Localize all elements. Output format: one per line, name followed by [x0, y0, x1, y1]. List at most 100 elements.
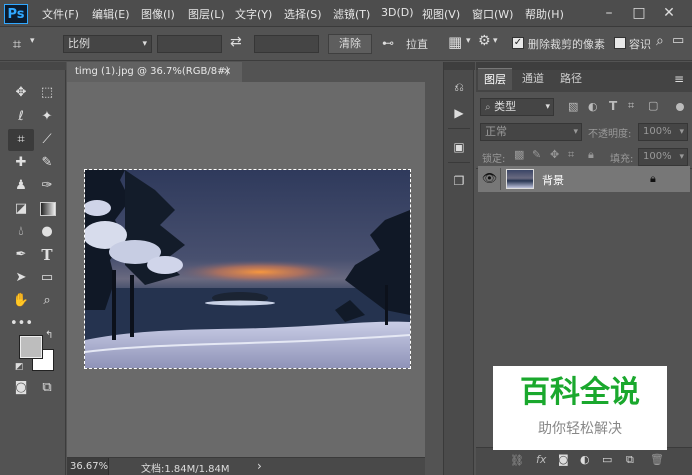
workspace-icon[interactable]: ▭	[672, 33, 684, 48]
minimize-button[interactable]: –	[596, 2, 622, 24]
chevron-down-icon[interactable]: ▾	[30, 36, 35, 46]
eyedropper-tool-icon[interactable]: ⟋	[36, 129, 58, 151]
fx-icon[interactable]: fx	[536, 453, 546, 466]
swap-colors-icon[interactable]: ↰	[45, 330, 53, 341]
gear-icon[interactable]: ⚙	[478, 33, 491, 49]
straighten-icon[interactable]: ⊷	[382, 36, 394, 50]
move-tool-icon[interactable]: ✥	[10, 82, 32, 104]
menu-layer[interactable]: 图层(L)	[188, 6, 225, 22]
lock-artboard-icon[interactable]: ⌗	[568, 148, 574, 162]
document-image[interactable]	[84, 169, 411, 369]
marquee-tool-icon[interactable]: ⬚	[36, 82, 58, 104]
screen-mode-icon[interactable]: ⧉	[36, 377, 58, 399]
opacity-input[interactable]: 100% ▾	[638, 123, 688, 141]
maximize-button[interactable]: □	[626, 2, 652, 24]
crop-tool-preset-icon[interactable]: ⌗	[6, 33, 28, 55]
delete-cropped-label[interactable]: 删除裁剪的像素	[528, 36, 605, 52]
blur-tool-icon[interactable]: 💧︎	[10, 221, 32, 243]
watermark-subtitle: 助你轻松解决	[538, 421, 622, 437]
default-colors-icon[interactable]: ◩	[15, 362, 24, 372]
path-selection-tool-icon[interactable]: ➤	[10, 267, 32, 289]
pen-tool-icon[interactable]: ✒	[10, 244, 32, 266]
filter-toggle-icon[interactable]	[676, 103, 684, 111]
close-tab-icon[interactable]: ×	[223, 62, 231, 82]
panel-menu-icon[interactable]: ≡	[674, 72, 684, 86]
width-input[interactable]	[157, 35, 222, 53]
tab-channels[interactable]: 通道	[516, 68, 550, 90]
chevron-down-icon[interactable]: ▾	[466, 36, 471, 46]
lock-transparent-icon[interactable]: ▩	[514, 148, 524, 161]
actions-play-icon[interactable]: ▶	[448, 102, 470, 124]
new-layer-icon[interactable]: ⧉	[626, 453, 634, 467]
eye-icon[interactable]: 👁︎	[482, 171, 497, 185]
new-group-icon[interactable]: ▭	[602, 453, 612, 466]
dodge-tool-icon[interactable]: ●	[36, 221, 58, 243]
history-brush-tool-icon[interactable]: ✑	[36, 175, 58, 197]
hand-tool-icon[interactable]: ✋	[10, 290, 32, 312]
menu-select[interactable]: 选择(S)	[284, 6, 322, 22]
menu-filter[interactable]: 滤镜(T)	[333, 6, 370, 22]
paragraph-panel-icon[interactable]: ❐	[448, 170, 470, 192]
link-layers-icon[interactable]: ⛓	[510, 454, 524, 467]
zoom-field[interactable]: 36.67%	[67, 458, 109, 475]
opacity-label: 不透明度:	[588, 129, 632, 140]
lock-position-icon[interactable]: ✥	[550, 148, 559, 161]
status-arrow-icon[interactable]: ›	[257, 459, 262, 473]
lock-pixels-brush-icon[interactable]: ✎	[532, 148, 541, 161]
blend-mode-select[interactable]: 正常 ▾	[480, 123, 582, 141]
clone-stamp-tool-icon[interactable]: ♟	[10, 175, 32, 197]
menu-view[interactable]: 视图(V)	[422, 6, 460, 22]
menu-file[interactable]: 文件(F)	[42, 6, 79, 22]
adjustment-layer-icon[interactable]: ◐	[580, 453, 590, 466]
menu-type[interactable]: 文字(Y)	[235, 6, 272, 22]
gradient-tool-icon[interactable]	[40, 202, 56, 216]
brush-tool-icon[interactable]: ✎	[36, 152, 58, 174]
tab-layers[interactable]: 图层	[478, 68, 512, 90]
filter-kind-select[interactable]: ⌕ 类型 ▾	[480, 98, 554, 116]
clear-button[interactable]: 清除	[328, 34, 372, 54]
chevron-down-icon[interactable]: ▾	[493, 36, 498, 46]
add-mask-icon[interactable]: ◙	[558, 453, 569, 466]
document-tab[interactable]: timg (1).jpg @ 36.7%(RGB/8#) ×	[67, 62, 242, 82]
healing-brush-tool-icon[interactable]: ✚	[10, 152, 32, 174]
fill-label: 填充:	[610, 154, 634, 165]
type-tool-icon[interactable]: T	[36, 244, 58, 266]
search-icon[interactable]: ⌕	[656, 33, 664, 49]
filter-smart-object-icon[interactable]: ▢	[648, 99, 658, 112]
filter-type-icon[interactable]: T	[609, 99, 617, 113]
lasso-tool-icon[interactable]: ℓ	[10, 106, 32, 128]
foreground-color-swatch[interactable]	[19, 335, 43, 359]
menu-window[interactable]: 窗口(W)	[472, 6, 513, 22]
rectangle-tool-icon[interactable]: ▭	[36, 267, 58, 289]
magic-wand-tool-icon[interactable]: ✦	[36, 106, 58, 128]
grid-overlay-icon[interactable]: ▦	[448, 33, 462, 51]
layer-row[interactable]: 👁︎ 背景 🔒︎	[478, 166, 690, 192]
content-aware-label[interactable]: 容识	[629, 36, 651, 52]
more-tools-icon[interactable]: •••	[10, 313, 33, 335]
quick-mask-icon[interactable]: ◙	[10, 377, 32, 399]
ratio-select[interactable]: 比例 ▾	[63, 35, 152, 53]
menu-3d[interactable]: 3D(D)	[381, 6, 414, 19]
menu-edit[interactable]: 编辑(E)	[92, 6, 130, 22]
crop-tool-icon[interactable]: ⌗	[8, 129, 34, 151]
trash-icon[interactable]: 🗑︎	[650, 453, 664, 466]
content-aware-checkbox[interactable]	[614, 37, 626, 49]
filter-shape-icon[interactable]: ⌗	[628, 99, 634, 113]
menu-help[interactable]: 帮助(H)	[525, 6, 564, 22]
layer-name[interactable]: 背景	[542, 172, 564, 188]
filter-pixel-icon[interactable]: ▧	[568, 100, 578, 113]
eraser-tool-icon[interactable]: ◪	[10, 198, 32, 220]
height-input[interactable]	[254, 35, 319, 53]
fill-input[interactable]: 100% ▾	[638, 148, 688, 166]
filter-adjustment-icon[interactable]: ◐	[588, 100, 598, 113]
delete-cropped-checkbox[interactable]: ✓	[512, 37, 524, 49]
lock-all-icon[interactable]: 🔒︎	[588, 148, 594, 162]
zoom-tool-icon[interactable]: ⌕	[36, 290, 58, 312]
menu-image[interactable]: 图像(I)	[141, 6, 175, 22]
history-panel-icon[interactable]: ⎌	[448, 76, 470, 98]
close-window-button[interactable]: ✕	[656, 2, 682, 24]
straighten-label[interactable]: 拉直	[406, 36, 428, 52]
swap-icon[interactable]: ⇄	[230, 34, 242, 50]
properties-panel-icon[interactable]: ▣	[448, 136, 470, 158]
tab-paths[interactable]: 路径	[554, 68, 588, 90]
